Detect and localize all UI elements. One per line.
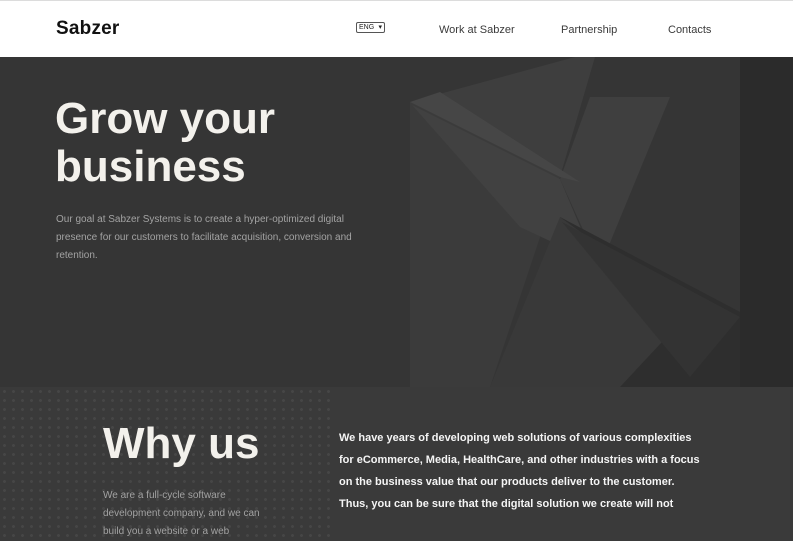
- nav-contacts[interactable]: Contacts: [668, 24, 711, 36]
- nav-work-at-sabzer[interactable]: Work at Sabzer: [439, 24, 515, 36]
- hero-title: Grow your business: [55, 94, 276, 191]
- language-value: ENG: [359, 24, 375, 31]
- why-us-section: Why us We are a full-cycle software deve…: [0, 387, 793, 541]
- nav-partnership[interactable]: Partnership: [561, 24, 617, 36]
- why-us-subtitle: We are a full-cycle software development…: [103, 490, 260, 537]
- language-select[interactable]: ENG ▾: [356, 22, 385, 33]
- why-us-body: We have years of developing web solution…: [339, 427, 709, 515]
- site-header: Sabzer ENG ▾ Work at Sabzer Partnership …: [0, 0, 793, 57]
- hero-section: Grow your business Our goal at Sabzer Sy…: [0, 57, 793, 387]
- logo[interactable]: Sabzer: [56, 18, 120, 40]
- page: Sabzer ENG ▾ Work at Sabzer Partnership …: [0, 0, 793, 541]
- why-us-paragraph-1: We have years of developing web solution…: [339, 432, 700, 488]
- chevron-down-icon: ▾: [378, 24, 382, 31]
- why-us-paragraph-2: Thus, you can be sure that the digital s…: [339, 498, 674, 510]
- hero-description: Our goal at Sabzer Systems is to create …: [56, 214, 352, 261]
- why-us-title: Why us: [103, 419, 260, 468]
